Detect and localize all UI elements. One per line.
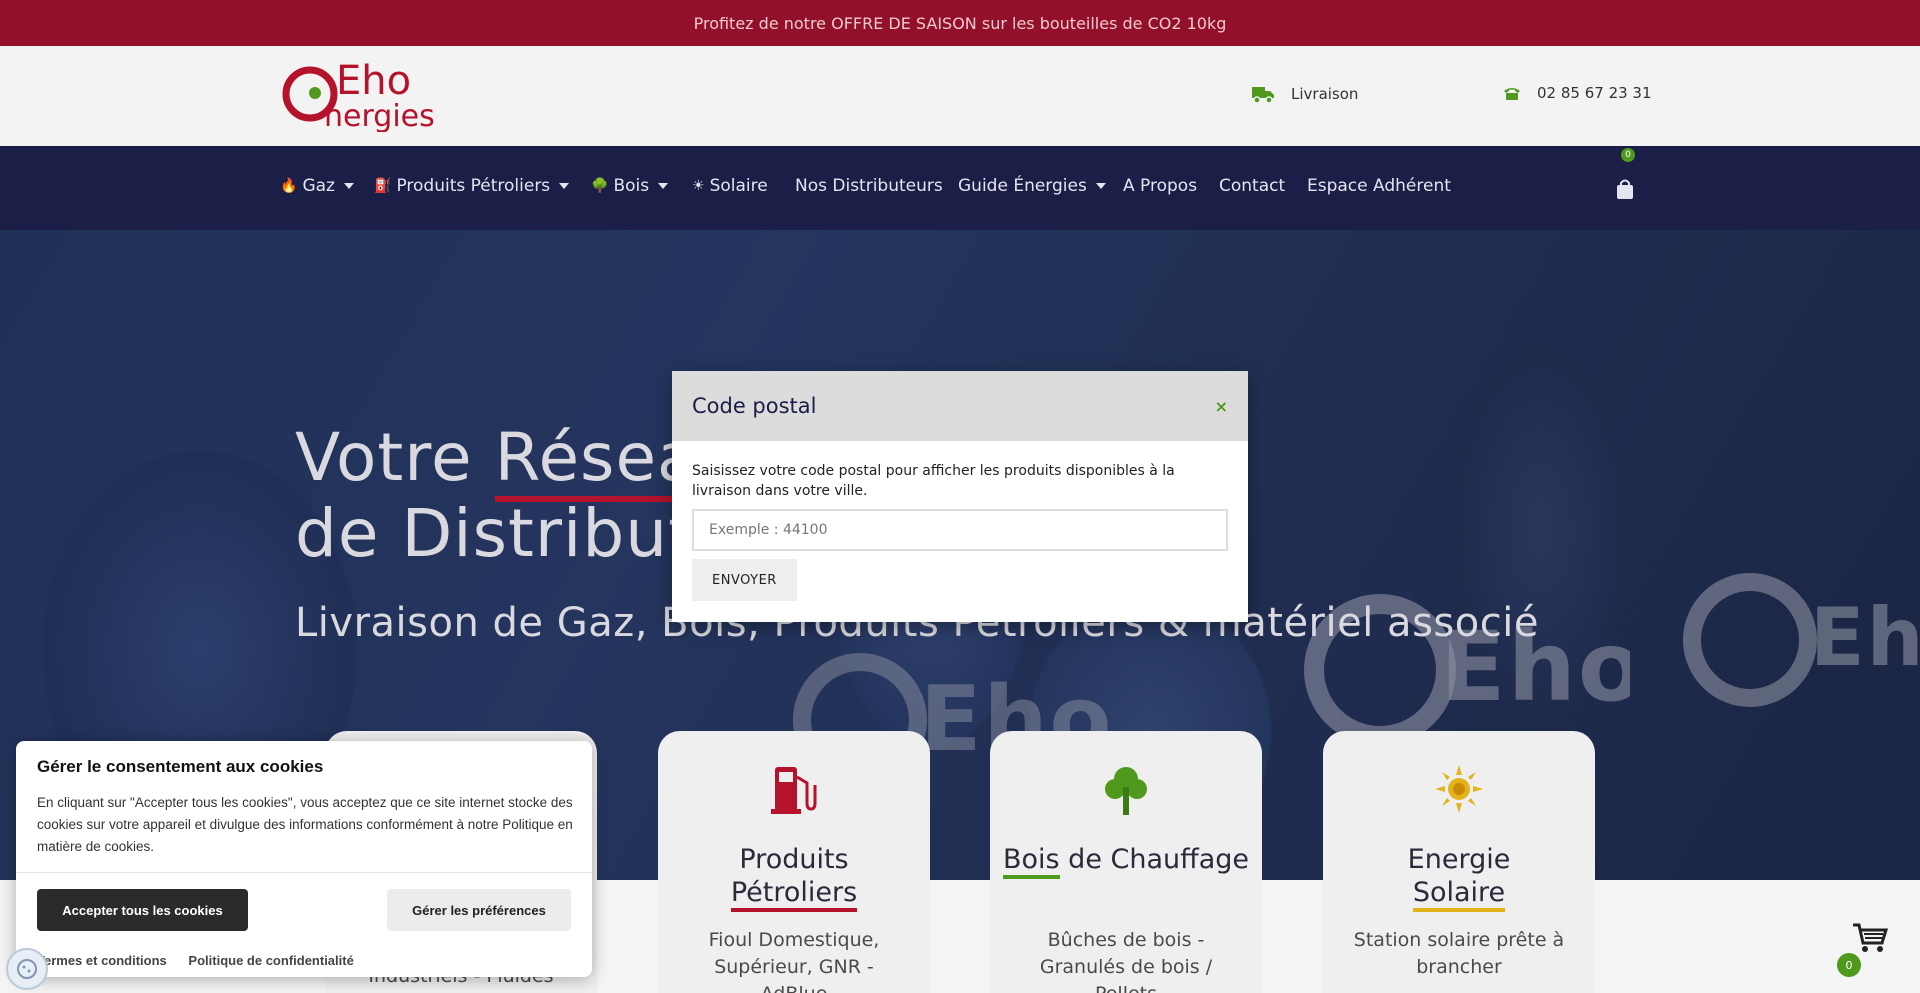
terms-link[interactable]: Termes et conditions: [37, 953, 167, 968]
nav-label: A Propos: [1123, 176, 1198, 196]
fuel-pump-icon: [658, 763, 930, 819]
shopping-cart-icon: [1853, 923, 1889, 952]
hero-title-highlight: Résea: [494, 419, 699, 502]
modal-header: Code postal ×: [672, 371, 1248, 441]
card-title-line1: Produits: [739, 844, 849, 875]
delivery-label: Livraison: [1291, 85, 1359, 103]
modal-body: Saisissez votre code postal pour affiche…: [672, 441, 1248, 621]
cart-button[interactable]: [1614, 178, 1636, 204]
card-title-line1b: de Chauffage: [1059, 844, 1250, 875]
floating-cart-button[interactable]: [1852, 922, 1889, 958]
cookie-consent-banner: Gérer le consentement aux cookies En cli…: [16, 741, 592, 977]
truck-icon: [1252, 87, 1274, 104]
card-title: Produits Pétroliers: [658, 843, 930, 912]
card-description: Bûches de bois - Granulés de bois / Pell…: [1039, 929, 1213, 993]
card-description: Fioul Domestique, Supérieur, GNR - AdBlu…: [708, 929, 880, 993]
caret-down-icon: [559, 183, 570, 189]
nav-item-contact[interactable]: Contact: [1219, 176, 1285, 196]
delivery-link[interactable]: Livraison: [1251, 84, 1358, 104]
nav-label: Contact: [1219, 176, 1286, 196]
privacy-link[interactable]: Politique de confidentialité: [188, 953, 353, 968]
announcement-text[interactable]: Profitez de notre OFFRE DE SAISON sur le…: [694, 14, 1227, 33]
card-title-line1: Bois: [1002, 844, 1060, 879]
manage-preferences-button[interactable]: Gérer les préférences: [387, 889, 571, 931]
card-title-line2: Pétroliers: [730, 877, 858, 912]
submit-button[interactable]: ENVOYER: [692, 559, 797, 601]
category-card-solaire[interactable]: Energie Solaire Station solaire prête à …: [1323, 731, 1595, 993]
logo-text-top: Eho: [336, 60, 411, 104]
nav-label: Gaz: [302, 176, 335, 196]
postal-code-modal: Code postal × Saisissez votre code posta…: [672, 371, 1248, 622]
announcement-bar[interactable]: Profitez de notre OFFRE DE SAISON sur le…: [0, 0, 1920, 46]
floating-cart-count-badge: 0: [1837, 953, 1861, 977]
hero-title: Votre Résea de Distribute: [295, 419, 737, 572]
brand-logo[interactable]: Eho nergies: [280, 58, 465, 134]
logo-text-bottom: nergies: [324, 99, 435, 132]
nav-item-nos-distributeurs[interactable]: Nos Distributeurs: [795, 176, 943, 196]
tree-icon: 🌳: [591, 178, 609, 194]
cart-count-badge: 0: [1621, 148, 1635, 162]
nav-item-solaire[interactable]: ☀ Solaire: [692, 176, 768, 196]
accept-cookies-button[interactable]: Accepter tous les cookies: [37, 889, 248, 931]
nav-label: Nos Distributeurs: [795, 176, 943, 196]
cookie-title: Gérer le consentement aux cookies: [37, 757, 324, 776]
nav-item-produits-petroliers[interactable]: ⛽ Produits Pétroliers: [374, 176, 570, 196]
caret-down-icon: [658, 183, 669, 189]
category-card-bois[interactable]: Bois de Chauffage Bûches de bois - Granu…: [990, 731, 1262, 993]
card-description: Station solaire prête à brancher: [1353, 929, 1565, 978]
card-title: Bois de Chauffage: [990, 843, 1262, 879]
nav-label: Bois: [613, 176, 650, 196]
nav-item-bois[interactable]: 🌳 Bois: [591, 176, 669, 196]
caret-down-icon: [343, 183, 354, 189]
flame-icon: 🔥: [280, 178, 298, 194]
nav-label: Espace Adhérent: [1307, 176, 1451, 196]
hero-title-line2: de Distribute: [295, 495, 737, 572]
sun-icon: [1323, 763, 1595, 819]
close-icon[interactable]: ×: [1215, 397, 1228, 416]
nav-label: Produits Pétroliers: [396, 176, 551, 196]
nav-item-gaz[interactable]: 🔥 Gaz: [280, 176, 354, 196]
nav-item-espace-adherent[interactable]: Espace Adhérent: [1307, 176, 1451, 196]
caret-down-icon: [1095, 183, 1106, 189]
card-title: Energie Solaire: [1323, 843, 1595, 912]
shopping-bag-icon: [1617, 179, 1633, 199]
nav-label: Solaire: [709, 176, 768, 196]
category-card-produits-petroliers[interactable]: Produits Pétroliers Fioul Domestique, Su…: [658, 731, 930, 993]
phone-number: 02 85 67 23 31: [1537, 84, 1652, 102]
sun-icon: ☀: [692, 178, 705, 194]
cookie-icon: [17, 959, 37, 979]
card-title-line2: Solaire: [1412, 877, 1506, 912]
postal-code-input[interactable]: [692, 509, 1228, 551]
tree-icon: [990, 763, 1262, 819]
phone-icon: [1504, 88, 1520, 100]
cookie-settings-button[interactable]: [6, 948, 48, 990]
cookie-text: En cliquant sur "Accepter tous les cooki…: [37, 795, 573, 854]
modal-instructions: Saisissez votre code postal pour affiche…: [692, 463, 1175, 499]
divider: [16, 872, 592, 873]
card-title-line1: Energie: [1407, 844, 1511, 875]
phone-link[interactable]: 02 85 67 23 31: [1503, 84, 1652, 102]
fuel-pump-icon: ⛽: [374, 178, 392, 194]
hero-title-part: Votre: [295, 419, 495, 496]
site-header: Eho nergies Livraison 02 85 67 23 31: [0, 46, 1920, 146]
nav-item-guide-energies[interactable]: Guide Énergies: [958, 176, 1106, 196]
modal-title: Code postal: [692, 394, 817, 418]
nav-item-a-propos[interactable]: A Propos: [1123, 176, 1197, 196]
cookie-links: Termes et conditions Politique de confid…: [37, 953, 372, 968]
nav-label: Guide Énergies: [958, 176, 1087, 196]
